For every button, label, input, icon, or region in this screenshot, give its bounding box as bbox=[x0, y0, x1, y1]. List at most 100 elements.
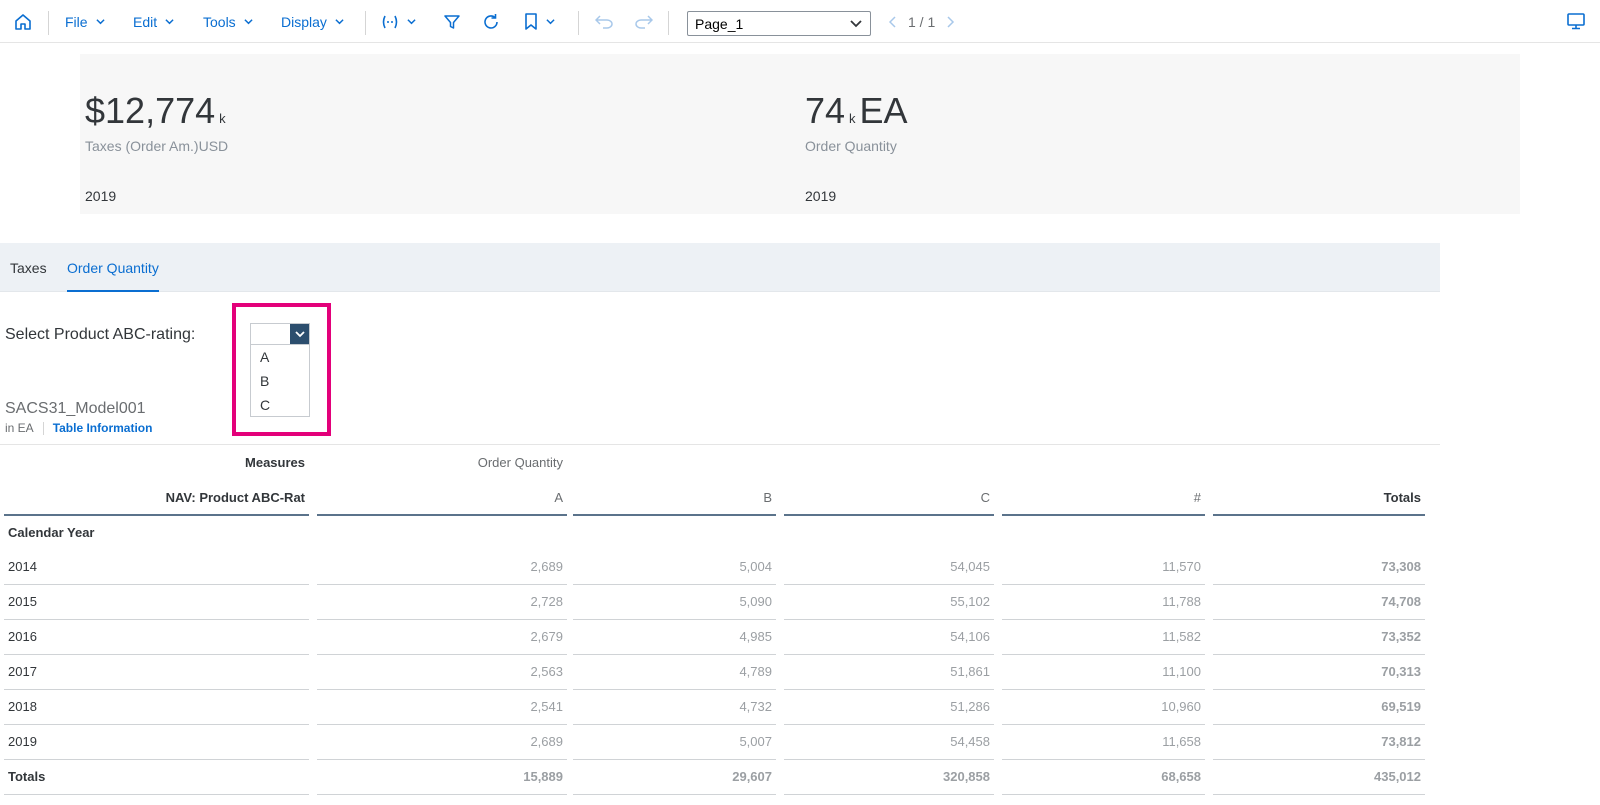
abc-rating-dropdown[interactable]: A B C bbox=[250, 323, 310, 417]
next-icon[interactable] bbox=[945, 15, 955, 28]
table-cell[interactable]: 54,106 bbox=[784, 620, 994, 654]
row-label[interactable]: 2016 bbox=[4, 620, 309, 654]
table-cell[interactable]: 51,861 bbox=[784, 655, 994, 689]
tools-menu[interactable]: Tools bbox=[203, 0, 253, 43]
table-cell[interactable]: 11,570 bbox=[1002, 550, 1205, 584]
table-cell[interactable]: 5,090 bbox=[573, 585, 776, 619]
table-cell[interactable]: 73,352 bbox=[1213, 620, 1425, 654]
tab-taxes[interactable]: Taxes bbox=[10, 243, 47, 292]
refresh-icon[interactable] bbox=[482, 0, 500, 43]
table-cell[interactable]: 70,313 bbox=[1213, 655, 1425, 689]
tab-order-quantity[interactable]: Order Quantity bbox=[67, 243, 159, 292]
table-cell[interactable]: 11,658 bbox=[1002, 725, 1205, 759]
kpi-value: 74 k EA bbox=[805, 90, 908, 132]
column-header[interactable]: # bbox=[1002, 481, 1205, 515]
table-cell[interactable]: 320,858 bbox=[784, 760, 994, 794]
table-cell[interactable]: 68,658 bbox=[1002, 760, 1205, 794]
row-label[interactable]: 2017 bbox=[4, 655, 309, 689]
table-cell[interactable]: 5,007 bbox=[573, 725, 776, 759]
variable-icon bbox=[382, 15, 398, 28]
page-select[interactable]: Page_1 bbox=[687, 11, 871, 36]
edit-menu[interactable]: Edit bbox=[133, 0, 174, 43]
table-title: SACS31_Model001 bbox=[5, 400, 146, 417]
dropdown-option-a[interactable]: A bbox=[251, 345, 309, 369]
page-select-value: Page_1 bbox=[695, 15, 744, 32]
row-divider bbox=[573, 794, 776, 795]
file-menu[interactable]: File bbox=[65, 0, 105, 43]
totals-row-label[interactable]: Totals bbox=[4, 760, 309, 794]
table-cell[interactable]: 15,889 bbox=[317, 760, 567, 794]
row-divider bbox=[784, 794, 994, 795]
table-cell[interactable]: 10,960 bbox=[1002, 690, 1205, 724]
dropdown-button[interactable] bbox=[290, 324, 309, 344]
row-label[interactable]: 2018 bbox=[4, 690, 309, 724]
kpi-label: Taxes (Order Am.)USD bbox=[85, 138, 229, 154]
page-indicator: 1 / 1 bbox=[908, 13, 936, 30]
table-cell[interactable]: 2,563 bbox=[317, 655, 567, 689]
prev-icon[interactable] bbox=[888, 15, 898, 28]
table-cell[interactable]: 2,689 bbox=[317, 550, 567, 584]
dropdown-input[interactable] bbox=[251, 324, 309, 345]
table-cell[interactable]: 73,308 bbox=[1213, 550, 1425, 584]
kpi-panel: $12,774 k Taxes (Order Am.)USD 2019 74 k EA… bbox=[80, 54, 1520, 214]
toolbar: File Edit Tools Display Page_1 1 / 1 bbox=[0, 0, 1600, 43]
home-icon[interactable] bbox=[14, 0, 32, 43]
header-underline bbox=[784, 514, 994, 516]
table-information-link[interactable]: Table Information bbox=[53, 421, 153, 435]
table-cell[interactable]: 2,541 bbox=[317, 690, 567, 724]
variable-menu[interactable] bbox=[381, 0, 416, 43]
dropdown-option-b[interactable]: B bbox=[251, 369, 309, 393]
column-header[interactable]: A bbox=[317, 481, 567, 515]
row-divider bbox=[4, 794, 309, 795]
header-underline bbox=[1213, 514, 1425, 516]
row-label[interactable]: 2014 bbox=[4, 550, 309, 584]
monitor-icon[interactable] bbox=[1567, 13, 1585, 35]
table-cell[interactable]: 5,004 bbox=[573, 550, 776, 584]
table-cell[interactable]: 435,012 bbox=[1213, 760, 1425, 794]
header-underline bbox=[4, 514, 309, 516]
table-unit: in EA bbox=[5, 421, 34, 435]
table-cell[interactable]: 4,985 bbox=[573, 620, 776, 654]
row-label[interactable]: 2015 bbox=[4, 585, 309, 619]
table-cell[interactable]: 54,045 bbox=[784, 550, 994, 584]
table-cell[interactable]: 4,789 bbox=[573, 655, 776, 689]
table-cell[interactable]: 2,689 bbox=[317, 725, 567, 759]
table-cell[interactable]: 4,732 bbox=[573, 690, 776, 724]
undo-icon[interactable] bbox=[595, 0, 613, 43]
tab-bar: Taxes Order Quantity bbox=[0, 243, 1440, 292]
kpi-year: 2019 bbox=[805, 188, 837, 204]
column-header[interactable]: Totals bbox=[1213, 481, 1425, 515]
column-header[interactable]: C bbox=[784, 481, 994, 515]
redo-icon[interactable] bbox=[635, 0, 653, 43]
table-cell[interactable]: 11,788 bbox=[1002, 585, 1205, 619]
dropdown-option-c[interactable]: C bbox=[251, 393, 309, 417]
table-cell[interactable]: 2,728 bbox=[317, 585, 567, 619]
table-cell[interactable]: 74,708 bbox=[1213, 585, 1425, 619]
chevron-down-icon bbox=[244, 19, 253, 25]
chevron-down-icon bbox=[95, 19, 105, 25]
pager: 1 / 1 bbox=[888, 0, 955, 43]
row-label[interactable]: 2019 bbox=[4, 725, 309, 759]
filter-icon[interactable] bbox=[444, 0, 460, 43]
column-header[interactable]: B bbox=[573, 481, 776, 515]
table-cell[interactable]: 54,458 bbox=[784, 725, 994, 759]
table-cell[interactable]: 55,102 bbox=[784, 585, 994, 619]
table-cell[interactable]: 51,286 bbox=[784, 690, 994, 724]
row-divider bbox=[1213, 794, 1425, 795]
divider bbox=[42, 421, 44, 435]
toolbar-divider bbox=[365, 11, 366, 35]
display-menu-label: Display bbox=[281, 13, 327, 30]
table-cell[interactable]: 11,582 bbox=[1002, 620, 1205, 654]
table-cell[interactable]: 11,100 bbox=[1002, 655, 1205, 689]
bookmark-menu[interactable] bbox=[524, 0, 555, 43]
table-cell[interactable]: 73,812 bbox=[1213, 725, 1425, 759]
table-cell[interactable]: 69,519 bbox=[1213, 690, 1425, 724]
table-cell[interactable]: 29,607 bbox=[573, 760, 776, 794]
kpi-label: Order Quantity bbox=[805, 138, 897, 154]
chevron-down-icon bbox=[407, 19, 416, 25]
row-divider bbox=[317, 794, 567, 795]
display-menu[interactable]: Display bbox=[281, 0, 344, 43]
chevron-down-icon bbox=[165, 19, 174, 25]
table-cell[interactable]: 2,679 bbox=[317, 620, 567, 654]
kpi-scale: k bbox=[219, 111, 226, 126]
